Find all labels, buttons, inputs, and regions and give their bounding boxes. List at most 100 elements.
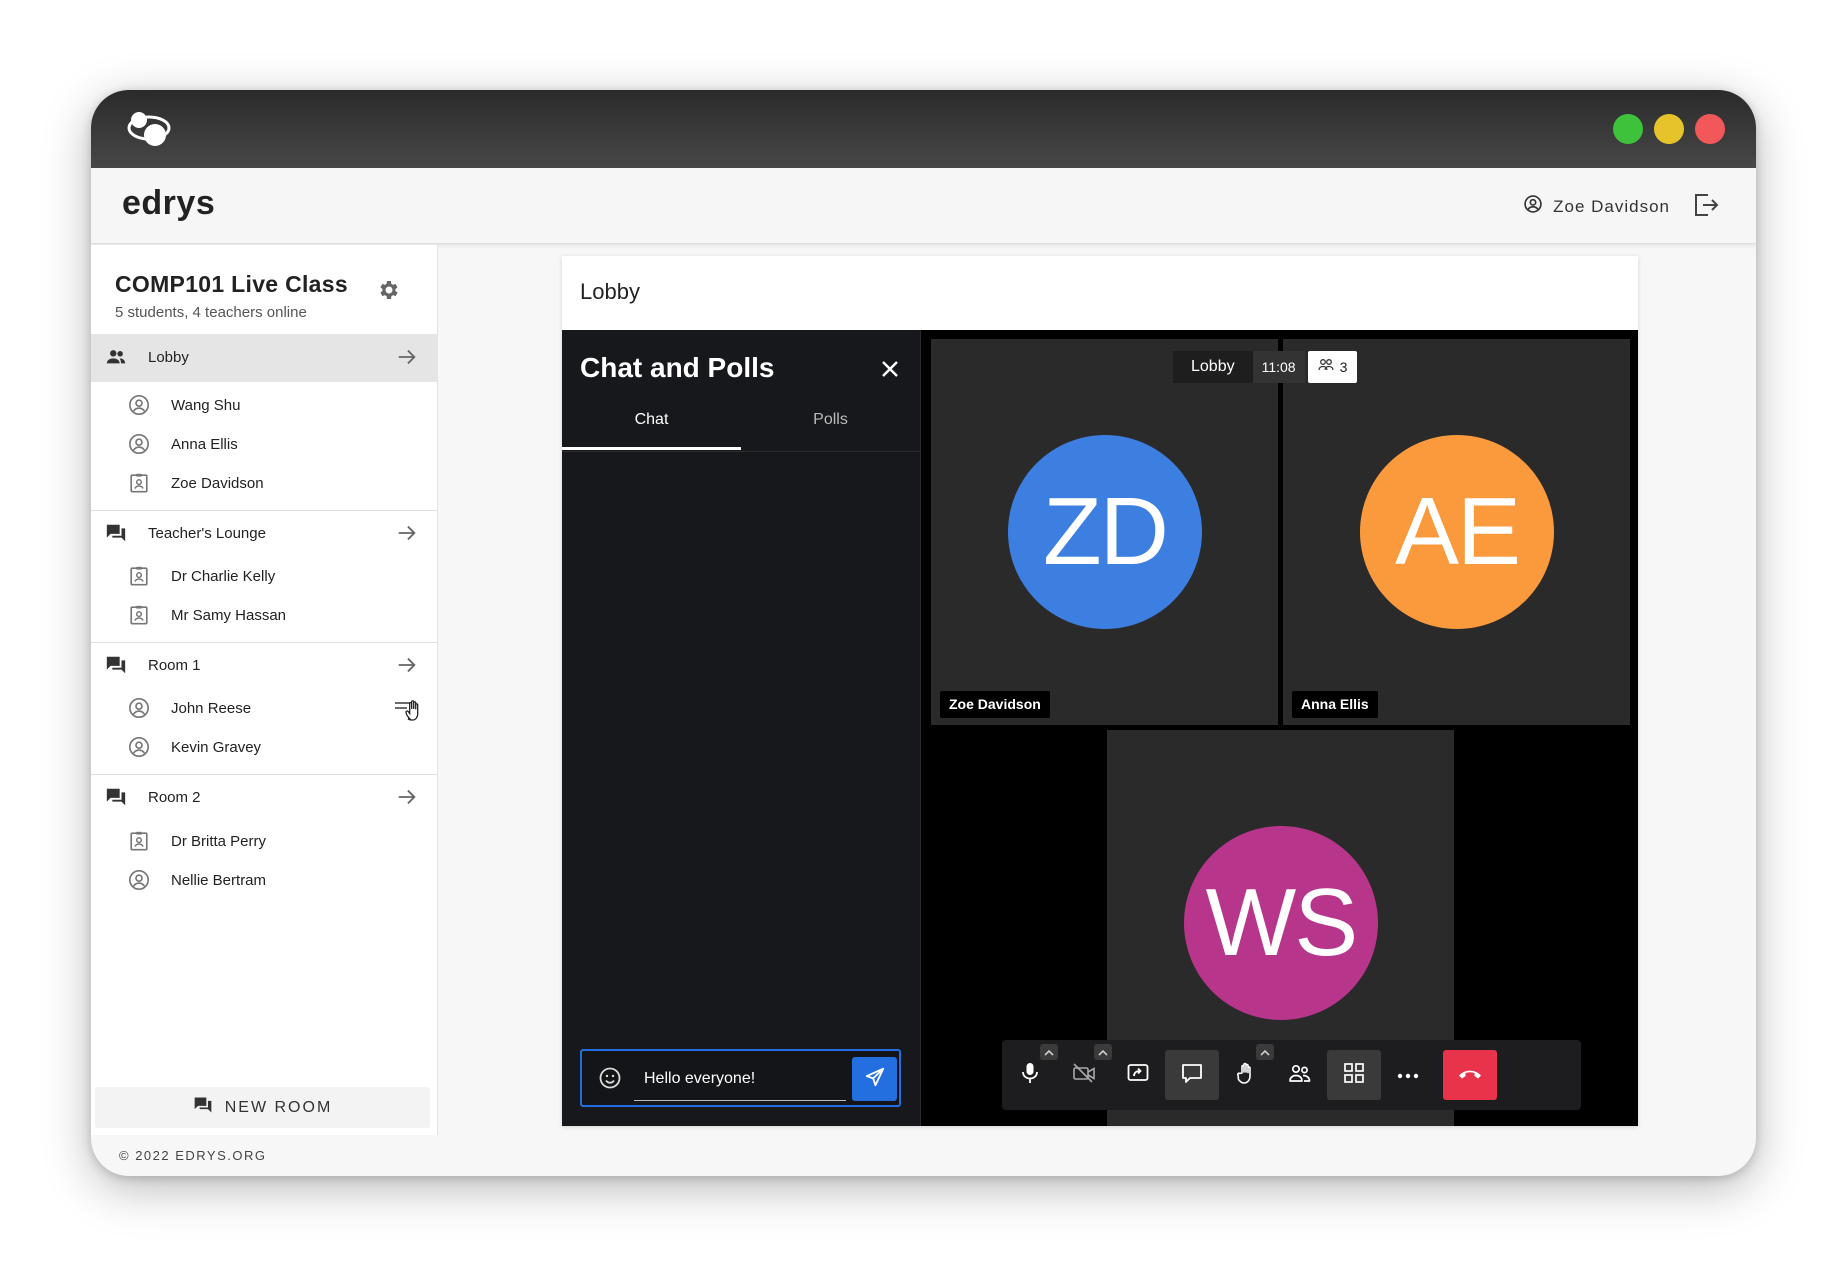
room-member[interactable]: Anna Ellis <box>91 425 438 465</box>
chat-button[interactable] <box>1165 1050 1219 1100</box>
sidebar: COMP101 Live Class 5 students, 4 teacher… <box>91 245 438 1135</box>
more-button[interactable] <box>1381 1050 1435 1100</box>
window-minimize-button[interactable] <box>1654 114 1684 144</box>
room-label: Lobby <box>148 349 189 366</box>
call-toolbar <box>1002 1040 1581 1110</box>
gear-icon[interactable] <box>376 278 400 307</box>
arrow-right-icon[interactable] <box>396 654 418 681</box>
people-icon <box>105 346 127 373</box>
room-room-2[interactable]: Room 2 <box>91 774 438 822</box>
teacher-icon <box>128 830 150 857</box>
teacher-icon <box>128 604 150 631</box>
member-name: Dr Charlie Kelly <box>171 568 276 585</box>
hangup-button[interactable] <box>1443 1050 1497 1100</box>
participant-name: Anna Ellis <box>1292 691 1378 718</box>
chat-compose <box>580 1049 901 1107</box>
window-titlebar <box>91 90 1756 168</box>
brand-logo[interactable]: edrys <box>122 184 215 223</box>
member-name: Kevin Gravey <box>171 739 262 756</box>
participant-tile[interactable]: AE Anna Ellis <box>1283 339 1630 725</box>
teacher-icon <box>128 565 150 592</box>
member-name: Mr Samy Hassan <box>171 607 287 624</box>
send-button[interactable] <box>852 1057 897 1101</box>
user-name: Zoe Davidson <box>1553 196 1670 216</box>
tile-view-icon <box>1343 1062 1365 1089</box>
forum-icon <box>105 654 127 681</box>
logout-icon[interactable] <box>1692 192 1720 223</box>
call-room-name: Lobby <box>1173 351 1253 383</box>
participants-icon <box>1317 351 1334 383</box>
screen-share-button[interactable] <box>1111 1050 1165 1100</box>
chevron-up-icon[interactable] <box>1094 1044 1112 1060</box>
participant-tile[interactable]: ZD Zoe Davidson <box>931 339 1278 725</box>
new-room-button[interactable]: NEW ROOM <box>95 1087 430 1128</box>
participants-button[interactable] <box>1273 1050 1327 1100</box>
page-title: Lobby <box>580 279 640 304</box>
new-room-label: NEW ROOM <box>224 1098 333 1116</box>
call-timer: 11:08 <box>1252 351 1305 383</box>
member-name: Dr Britta Perry <box>171 833 267 850</box>
room-member[interactable]: Kevin Gravey <box>91 728 438 768</box>
room-member[interactable]: Wang Shu <box>91 386 438 426</box>
member-name: Wang Shu <box>171 397 241 414</box>
tab-polls[interactable]: Polls <box>741 410 920 450</box>
room-label: Room 2 <box>148 789 201 806</box>
participant-avatar: WS <box>1184 826 1378 1020</box>
room-room-1[interactable]: Room 1 <box>91 642 438 690</box>
more-icon <box>1397 1066 1419 1084</box>
room-lobby[interactable]: Lobby <box>91 334 438 382</box>
forum-icon <box>105 522 127 549</box>
room-member[interactable]: Dr Britta Perry <box>91 822 438 862</box>
app-window: edrys Zoe Davidson COMP101 Live Class 5 … <box>91 90 1756 1176</box>
hangup-icon <box>1457 1066 1483 1085</box>
window-close-button[interactable] <box>1695 114 1725 144</box>
course-header: COMP101 Live Class 5 students, 4 teacher… <box>115 271 348 321</box>
tab-chat[interactable]: Chat <box>562 410 741 450</box>
forum-icon <box>193 1095 213 1120</box>
microphone-icon <box>1019 1061 1041 1090</box>
tile-view-button[interactable] <box>1327 1050 1381 1100</box>
arrow-right-icon[interactable] <box>396 346 418 373</box>
room-teachers-lounge[interactable]: Teacher's Lounge <box>91 510 438 558</box>
chevron-up-icon[interactable] <box>1256 1044 1274 1060</box>
room-panel: Lobby Chat and Polls Chat Polls Hello ev… <box>562 256 1638 1126</box>
course-title: COMP101 Live Class <box>115 271 348 297</box>
student-icon <box>128 394 150 421</box>
chat-message-input[interactable] <box>634 1057 846 1101</box>
arrow-right-icon[interactable] <box>396 786 418 813</box>
room-label: Room 1 <box>148 657 201 674</box>
footer-copyright: © 2022 EDRYS.ORG <box>119 1148 267 1163</box>
participant-count: 3 <box>1339 359 1348 375</box>
chat-panel-title: Chat and Polls <box>580 352 775 383</box>
participant-count-badge[interactable]: 3 <box>1307 351 1358 383</box>
close-icon[interactable] <box>881 360 899 383</box>
chat-icon <box>1180 1061 1204 1090</box>
course-subtitle: 5 students, 4 teachers online <box>115 304 307 321</box>
room-member[interactable]: John Reese <box>91 689 438 729</box>
room-member[interactable]: Nellie Bertram <box>91 861 438 901</box>
send-icon <box>864 1066 886 1093</box>
forum-icon <box>105 786 127 813</box>
participant-avatar: AE <box>1360 435 1554 629</box>
member-name: Anna Ellis <box>171 436 238 453</box>
room-member[interactable]: Zoe Davidson <box>91 464 438 504</box>
member-name: Nellie Bertram <box>171 872 267 889</box>
camera-off-icon <box>1072 1062 1096 1089</box>
window-maximize-button[interactable] <box>1613 114 1643 144</box>
participants-icon <box>1288 1062 1312 1089</box>
app-header: edrys Zoe Davidson <box>91 168 1756 244</box>
arrow-right-icon[interactable] <box>396 522 418 549</box>
student-icon <box>128 869 150 896</box>
room-member[interactable]: Mr Samy Hassan <box>91 596 438 636</box>
edrys-logo-icon <box>125 108 175 153</box>
student-icon <box>128 736 150 763</box>
emoji-icon[interactable] <box>598 1066 622 1095</box>
chevron-up-icon[interactable] <box>1040 1044 1058 1060</box>
drag-hand-icon[interactable] <box>394 697 428 728</box>
participant-name: Zoe Davidson <box>940 691 1050 718</box>
teacher-icon <box>128 472 150 499</box>
user-menu[interactable]: Zoe Davidson <box>1523 194 1670 219</box>
participant-avatar: ZD <box>1008 435 1202 629</box>
room-member[interactable]: Dr Charlie Kelly <box>91 557 438 597</box>
screen-share-icon <box>1126 1062 1150 1089</box>
